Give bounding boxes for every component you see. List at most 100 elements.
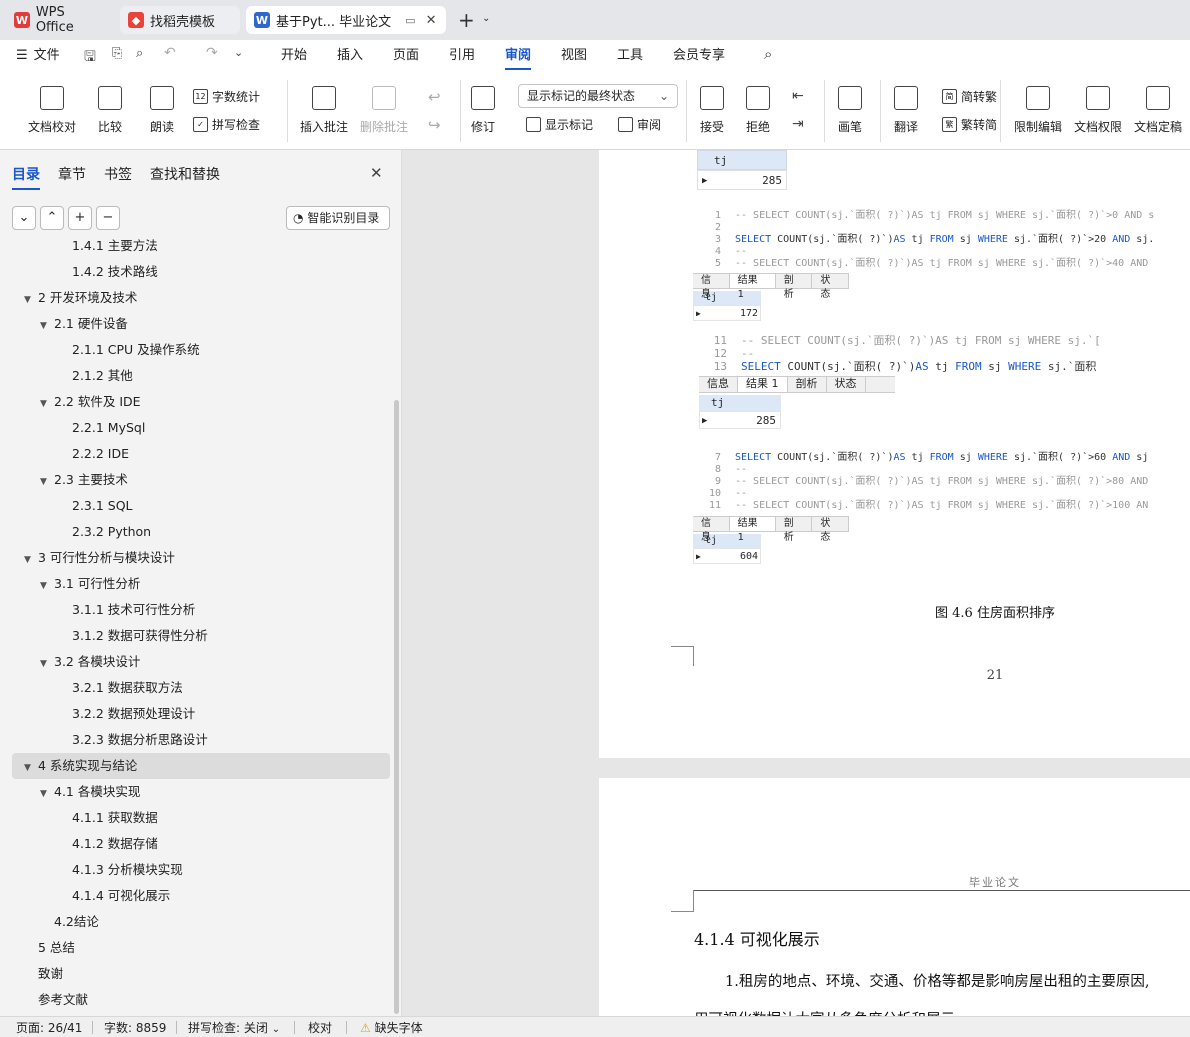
toc-item[interactable]: 4.1.1 获取数据 xyxy=(12,805,390,831)
menu-insert[interactable]: 插入 xyxy=(337,46,363,66)
tab-chapters[interactable]: 章节 xyxy=(58,164,86,184)
expand-triangle-icon[interactable]: ▼ xyxy=(24,287,38,313)
toc-item[interactable]: 2.1.1 CPU 及操作系统 xyxy=(12,337,390,363)
tab-toc[interactable]: 目录 xyxy=(12,164,40,190)
result-tab[interactable]: 信息 xyxy=(699,377,738,392)
chevron-down-icon[interactable]: ⌄ xyxy=(482,13,490,24)
next-change-icon[interactable]: ⇥ xyxy=(792,116,804,132)
missing-font-status[interactable]: ⚠ 缺失字体 xyxy=(360,1020,423,1036)
doc-finalize-button[interactable]: 文档定稿 xyxy=(1134,86,1182,135)
toc-item[interactable]: ▼ 2 开发环境及技术 xyxy=(12,285,390,311)
toc-item[interactable]: 3.1.2 数据可获得性分析 xyxy=(12,623,390,649)
simplified-to-traditional-button[interactable]: 简简转繁 xyxy=(942,88,997,105)
spell-check-button[interactable]: ✓ 拼写检查 xyxy=(193,116,260,133)
result-tab[interactable]: 状态 xyxy=(812,517,849,543)
toc-item[interactable]: ▼ 4 系统实现与结论 xyxy=(12,753,390,779)
menu-tools[interactable]: 工具 xyxy=(617,46,643,66)
add-heading-button[interactable]: + xyxy=(68,206,92,230)
tab-wps-office[interactable]: W WPS Office xyxy=(6,5,114,35)
accept-button[interactable]: 接受 xyxy=(700,86,724,135)
proofread-status[interactable]: 校对 xyxy=(308,1020,332,1036)
tab-docer-templates[interactable]: ◆ 找稻壳模板 xyxy=(120,6,240,34)
toc-item[interactable]: ▼ 2.3 主要技术 xyxy=(12,467,390,493)
toc-item[interactable]: 4.1.2 数据存储 xyxy=(12,831,390,857)
toc-item[interactable]: 5 总结 xyxy=(12,935,390,961)
word-count-status[interactable]: 字数: 8859 xyxy=(104,1020,166,1036)
doc-check-button[interactable]: 文档校对 xyxy=(28,86,76,135)
previous-change-icon[interactable]: ⇤ xyxy=(792,88,804,104)
expand-triangle-icon[interactable]: ▼ xyxy=(40,391,54,417)
result-tab[interactable]: 结果 1 xyxy=(738,377,788,392)
show-markup-button[interactable]: 显示标记 xyxy=(526,116,593,133)
toc-item[interactable]: 4.2结论 xyxy=(12,909,390,935)
expand-triangle-icon[interactable]: ▼ xyxy=(40,573,54,599)
revise-button[interactable]: 修订 xyxy=(471,86,495,135)
window-restore-icon[interactable]: ▭ xyxy=(405,14,415,27)
new-tab-plus-icon[interactable]: + xyxy=(458,8,475,32)
result-tab[interactable]: 剖析 xyxy=(776,517,813,543)
menu-view[interactable]: 视图 xyxy=(561,46,587,66)
spell-check-status[interactable]: 拼写检查: 关闭 ⌄ xyxy=(188,1020,280,1036)
toc-item[interactable]: 4.1.4 可视化展示 xyxy=(12,883,390,909)
close-pane-icon[interactable]: ✕ xyxy=(370,164,383,182)
expand-triangle-icon[interactable]: ▼ xyxy=(40,469,54,495)
result-tab[interactable]: 信息 xyxy=(693,517,730,543)
close-tab-icon[interactable]: ✕ xyxy=(426,13,437,28)
result-tab[interactable]: 状态 xyxy=(827,377,866,392)
toc-item[interactable]: ▼ 4.1 各模块实现 xyxy=(12,779,390,805)
previous-comment-icon[interactable]: ↩ xyxy=(428,88,441,106)
menu-references[interactable]: 引用 xyxy=(449,46,475,66)
review-pane-button[interactable]: 审阅 xyxy=(618,116,661,133)
toc-item[interactable]: 3.1.1 技术可行性分析 xyxy=(12,597,390,623)
toc-item[interactable]: ▼ 2.2 软件及 IDE xyxy=(12,389,390,415)
result-tab[interactable]: 剖析 xyxy=(776,274,813,300)
menu-file[interactable]: ☰ 文件 xyxy=(16,46,60,66)
result-tab[interactable]: 状态 xyxy=(812,274,849,300)
traditional-to-simplified-button[interactable]: 繁繁转简 xyxy=(942,116,997,133)
expand-triangle-icon[interactable]: ▼ xyxy=(40,781,54,807)
insert-comment-button[interactable]: 插入批注 xyxy=(300,86,348,135)
save-icon[interactable]: 🖫 xyxy=(84,46,96,70)
toc-item[interactable]: 3.2.3 数据分析思路设计 xyxy=(12,727,390,753)
undo-icon[interactable]: ↶ xyxy=(164,45,176,61)
doc-permission-button[interactable]: 文档权限 xyxy=(1074,86,1122,135)
toc-item[interactable]: ▼ 3.2 各模块设计 xyxy=(12,649,390,675)
result-tab[interactable]: 信息 xyxy=(693,274,730,300)
translate-button[interactable]: 翻译 xyxy=(894,86,918,135)
page-indicator[interactable]: 页面: 26/41 xyxy=(16,1020,82,1036)
menu-home[interactable]: 开始 xyxy=(281,46,307,66)
search-icon[interactable]: ⌕ xyxy=(764,45,772,63)
toc-item[interactable]: 2.2.2 IDE xyxy=(12,441,390,467)
toc-item[interactable]: 1.4.1 主要方法 xyxy=(12,239,390,259)
quick-access-chevron-icon[interactable]: ⌄ xyxy=(234,46,243,59)
result-tab[interactable]: 结果 1 xyxy=(729,274,776,300)
toc-item[interactable]: 2.1.2 其他 xyxy=(12,363,390,389)
toc-item[interactable]: 4.1.3 分析模块实现 xyxy=(12,857,390,883)
smart-toc-button[interactable]: ◔ 智能识别目录 xyxy=(286,206,390,230)
word-count-button[interactable]: 12 字数统计 xyxy=(193,88,260,105)
expand-triangle-icon[interactable]: ▼ xyxy=(40,313,54,339)
menu-member[interactable]: 会员专享 xyxy=(673,46,725,66)
toc-item[interactable]: ▼ 3.1 可行性分析 xyxy=(12,571,390,597)
tab-thesis-document[interactable]: W 基于Pyt... 毕业论文 ▭ ✕ xyxy=(246,6,446,34)
result-tab[interactable]: 剖析 xyxy=(788,377,827,392)
next-comment-icon[interactable]: ↪ xyxy=(428,116,441,134)
toc-item[interactable]: 参考文献 xyxy=(12,987,390,1013)
redo-icon[interactable]: ↷ xyxy=(206,45,218,61)
restrict-edit-button[interactable]: 限制编辑 xyxy=(1014,86,1062,135)
menu-page[interactable]: 页面 xyxy=(393,46,419,66)
toc-item[interactable]: 2.3.1 SQL xyxy=(12,493,390,519)
remove-heading-button[interactable]: − xyxy=(96,206,120,230)
reject-button[interactable]: 拒绝 xyxy=(746,86,770,135)
toc-item[interactable]: 致谢 xyxy=(12,961,390,987)
expand-up-button[interactable]: ⌃ xyxy=(40,206,64,230)
share-icon[interactable]: ⎘ xyxy=(112,46,122,61)
toc-item[interactable]: ▼ 2.1 硬件设备 xyxy=(12,311,390,337)
tab-find-replace[interactable]: 查找和替换 xyxy=(150,164,220,184)
expand-triangle-icon[interactable]: ▼ xyxy=(24,755,38,781)
read-aloud-button[interactable]: 朗读 xyxy=(150,86,174,135)
toc-item[interactable]: 1.4.2 技术路线 xyxy=(12,259,390,285)
pen-button[interactable]: 画笔 xyxy=(838,86,862,135)
result-tab[interactable]: 结果 1 xyxy=(729,517,776,543)
toc-item[interactable]: 2.3.2 Python xyxy=(12,519,390,545)
